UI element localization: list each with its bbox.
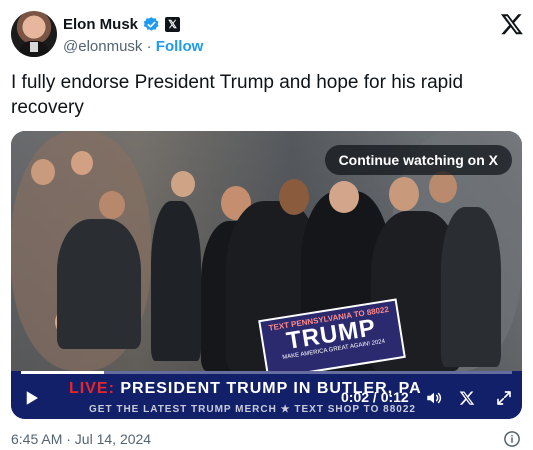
author-name[interactable]: Elon Musk: [63, 16, 138, 33]
verified-badge-icon: [143, 16, 159, 31]
tweet-text: I fully endorse President Trump and hope…: [11, 72, 464, 118]
continue-watching-button[interactable]: Continue watching on X: [324, 145, 512, 175]
video-progress-fill: [21, 371, 105, 374]
volume-icon[interactable]: [425, 389, 443, 407]
play-icon[interactable]: [23, 389, 41, 407]
x-affiliate-badge-icon: 𝕏: [165, 16, 181, 32]
info-icon[interactable]: [503, 430, 521, 448]
avatar[interactable]: [11, 11, 57, 57]
author-name-row: Elon Musk 𝕏: [63, 14, 181, 34]
handle-row: @elonmusk · Follow: [63, 38, 203, 55]
x-logo-icon[interactable]: [499, 12, 525, 36]
fullscreen-icon[interactable]: [495, 389, 513, 407]
separator: ·: [146, 38, 152, 55]
tweet-timestamp[interactable]: 6:45 AM · Jul 14, 2024: [11, 431, 151, 447]
video-player[interactable]: TEXT PENNSYLVANIA TO 88022 TRUMP MAKE AM…: [11, 131, 522, 419]
follow-button[interactable]: Follow: [156, 38, 204, 55]
video-progress-bar[interactable]: [21, 371, 512, 374]
video-time: 0:02 / 0:12: [341, 389, 409, 405]
x-logo-small-icon[interactable]: [459, 390, 475, 406]
author-handle[interactable]: @elonmusk: [63, 38, 142, 55]
tweet-card: Elon Musk 𝕏 @elonmusk · Follow I fully e…: [0, 0, 533, 450]
video-controls: 0:02 / 0:12: [11, 383, 522, 413]
